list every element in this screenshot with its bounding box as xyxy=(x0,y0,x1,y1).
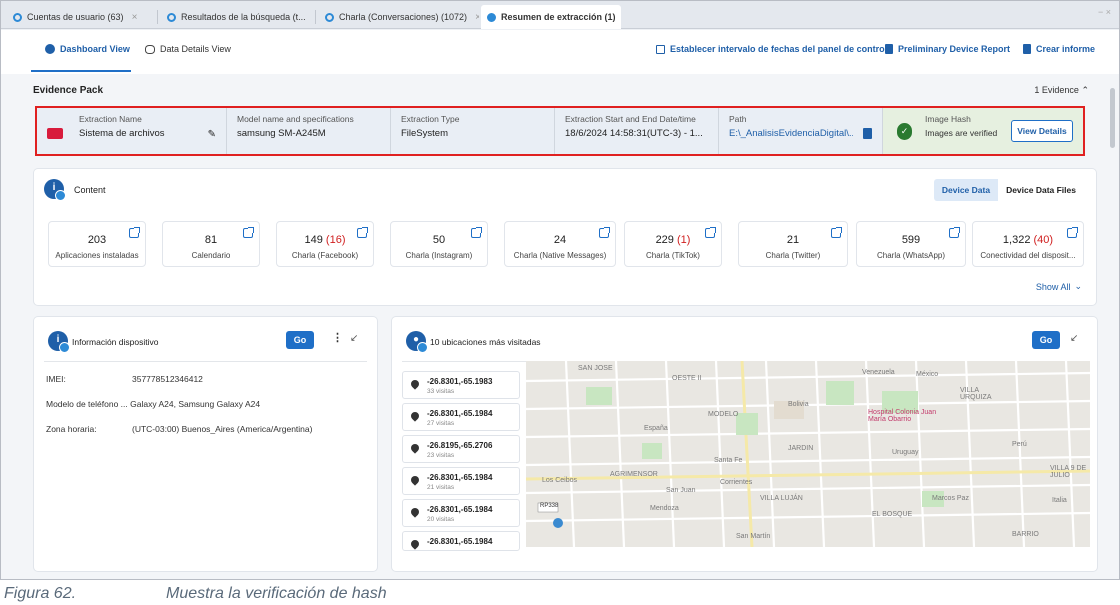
close-icon[interactable]: × xyxy=(132,12,138,23)
tab-extraction-summary[interactable]: Resumen de extracción (1) × xyxy=(481,5,621,29)
shield-check-icon: ✓ xyxy=(897,123,912,140)
tab-icon xyxy=(487,12,496,22)
document-icon xyxy=(885,44,893,54)
tab-bar: Cuentas de usuario (63) × Resultados de … xyxy=(1,1,1119,29)
model-cell: Model name and specifications samsung SM… xyxy=(227,108,391,154)
stat-card[interactable]: 149 (16) Charla (Facebook) xyxy=(276,221,374,267)
tab-dashboard-view[interactable]: Dashboard View xyxy=(45,44,130,54)
stat-card[interactable]: 1,322 (40) Conectividad del disposit... xyxy=(972,221,1084,267)
preliminary-report-button[interactable]: Preliminary Device Report xyxy=(885,44,1010,54)
tab-user-accounts[interactable]: Cuentas de usuario (63) × xyxy=(7,5,153,29)
chevron-up-icon: ⌃ xyxy=(1081,85,1089,95)
main-content: Dashboard View Data Details View Estable… xyxy=(1,30,1119,579)
evidence-pack-title: Evidence Pack xyxy=(33,85,104,96)
evidence-pack: Evidence Pack 1 Evidence ⌃ Extraction Na… xyxy=(27,75,1097,157)
location-item[interactable]: -26.8301,-65.1984 21 visitas xyxy=(402,467,520,495)
info-icon: i xyxy=(44,179,66,201)
top-locations-title: 10 ubicaciones más visitadas xyxy=(430,337,541,347)
location-item[interactable]: -26.8301,-65.1984 xyxy=(402,531,520,551)
collapse-icon[interactable]: ↙ xyxy=(1070,333,1078,344)
pin-icon xyxy=(409,506,421,518)
location-item[interactable]: -26.8301,-65.1984 20 visitas xyxy=(402,499,520,527)
scrollbar[interactable] xyxy=(1110,88,1115,148)
data-toggle: Device Data Device Data Files xyxy=(933,179,1084,201)
pin-icon xyxy=(409,474,421,486)
stat-card[interactable]: 50 Charla (Instagram) xyxy=(390,221,488,267)
device-info-title: Información dispositivo xyxy=(72,337,159,347)
stat-card[interactable]: 229 (1) Charla (TikTok) xyxy=(624,221,722,267)
location-item[interactable]: -26.8301,-65.1984 27 visitas xyxy=(402,403,520,431)
tab-icon xyxy=(167,12,176,22)
extraction-type-cell: Extraction Type FileSystem xyxy=(391,108,555,154)
window-controls[interactable]: − × xyxy=(1098,7,1111,17)
path-link[interactable]: E:\_AnalisisEvidenciaDigital\... xyxy=(729,128,853,139)
top-locations-card: ● 10 ubicaciones más visitadas Go ↙ -26.… xyxy=(392,317,1097,571)
view-details-button[interactable]: View Details xyxy=(1011,120,1073,142)
chevron-down-icon: ⌄ xyxy=(1074,281,1082,291)
imei-row: IMEI: 357778512346412 xyxy=(46,374,203,384)
stat-card[interactable]: 21 Charla (Twitter) xyxy=(738,221,848,267)
info-icon: i xyxy=(48,331,70,353)
timezone-row: Zona horaria: (UTC-03:00) Buenos_Aires (A… xyxy=(46,424,313,434)
location-icon: ● xyxy=(406,331,428,353)
extraction-dates-cell: Extraction Start and End Date/time 18/6/… xyxy=(555,108,719,154)
location-item[interactable]: -26.8195,-65.2706 23 visitas xyxy=(402,435,520,463)
create-report-button[interactable]: Crear informe xyxy=(1023,44,1095,54)
stat-card[interactable]: 81 Calendario xyxy=(162,221,260,267)
path-cell: Path E:\_AnalisisEvidenciaDigital\... xyxy=(719,108,883,154)
active-tab-indicator xyxy=(31,70,131,72)
tab-icon xyxy=(13,12,22,22)
device-info-card: i Información dispositivo Go ⋮ ↙ IMEI: 35… xyxy=(34,317,377,571)
more-options-icon[interactable]: ⋮ xyxy=(332,331,343,344)
copy-icon[interactable] xyxy=(863,128,872,139)
content-card: i Content Device Data Device Data Files … xyxy=(34,169,1096,305)
device-data-files-toggle[interactable]: Device Data Files xyxy=(998,179,1084,201)
tab-search-results[interactable]: Resultados de la búsqueda (t... × xyxy=(161,5,311,29)
go-button[interactable]: Go xyxy=(286,331,314,349)
device-data-toggle[interactable]: Device Data xyxy=(933,179,999,201)
content-title: Content xyxy=(74,185,106,195)
extraction-name-cell: Extraction Name Sistema de archivos ✎ xyxy=(37,108,227,154)
map-streets xyxy=(526,361,1090,547)
folder-icon xyxy=(47,128,63,139)
stat-card[interactable]: 24 Charla (Native Messages) xyxy=(504,221,616,267)
go-button[interactable]: Go xyxy=(1032,331,1060,349)
dashboard-icon xyxy=(45,44,55,54)
calendar-icon xyxy=(656,44,665,54)
pin-icon xyxy=(409,538,421,550)
evidence-count[interactable]: 1 Evidence ⌃ xyxy=(1034,85,1089,96)
evidence-summary-row: Extraction Name Sistema de archivos ✎ Mo… xyxy=(35,106,1085,156)
figure-caption: Figura 62. Muestra la verificación de has… xyxy=(4,585,387,602)
pin-icon xyxy=(409,442,421,454)
collapse-icon[interactable]: ↙ xyxy=(350,333,358,344)
tab-icon xyxy=(325,12,334,22)
pin-icon xyxy=(409,378,421,390)
phone-model-row: Modelo de teléfono ... Galaxy A24, Samsu… xyxy=(46,399,261,409)
pin-icon xyxy=(409,410,421,422)
stat-card[interactable]: 599 Charla (WhatsApp) xyxy=(856,221,966,267)
top-navigation: Dashboard View Data Details View Estable… xyxy=(1,30,1119,74)
stat-card[interactable]: 203 Aplicaciones instaladas xyxy=(48,221,146,267)
tab-data-details-view[interactable]: Data Details View xyxy=(145,44,231,54)
date-range-button[interactable]: Establecer intervalo de fechas del panel… xyxy=(656,44,887,54)
tab-conversations[interactable]: Charla (Conversaciones) (1072) × xyxy=(319,5,479,29)
edit-icon[interactable]: ✎ xyxy=(208,129,216,140)
close-icon[interactable]: × xyxy=(475,12,479,23)
app-window: Cuentas de usuario (63) × Resultados de … xyxy=(0,0,1120,580)
location-item[interactable]: -26.8301,-65.1983 33 visitas xyxy=(402,371,520,399)
show-all-button[interactable]: Show All ⌄ xyxy=(1036,281,1082,292)
image-hash-cell: ✓ Image Hash Images are verified View De… xyxy=(883,108,1083,154)
database-icon xyxy=(145,44,155,54)
document-icon xyxy=(1023,44,1031,54)
locations-map[interactable]: SAN JOSE OESTE II MODELO España Bolivia … xyxy=(526,361,1090,547)
